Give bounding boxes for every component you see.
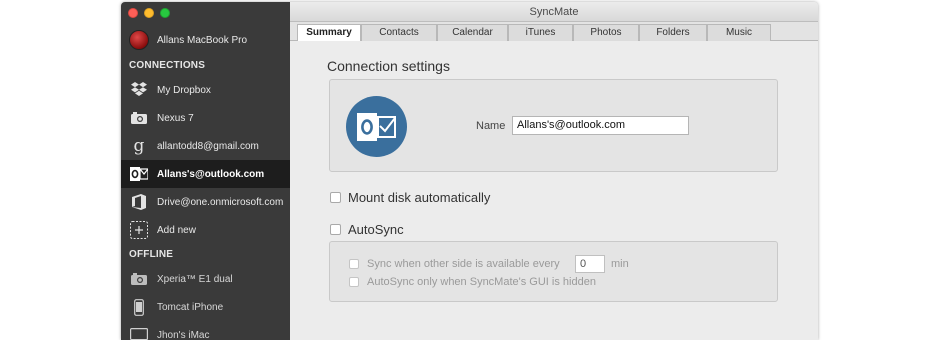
autosync-label: AutoSync: [348, 222, 404, 237]
iphone-icon: [129, 297, 149, 317]
sidebar-item-label: Allans's@outlook.com: [157, 168, 265, 180]
connections-header: CONNECTIONS: [129, 60, 206, 71]
sidebar-item-tomcat-iphone[interactable]: Tomcat iPhone: [121, 293, 290, 321]
sidebar-item-jhon-imac[interactable]: Jhon's iMac: [121, 321, 290, 340]
autosync-hidden-row: AutoSync only when SyncMate's GUI is hid…: [349, 276, 596, 288]
sidebar-item-label: My Dropbox: [157, 84, 211, 96]
mount-disk-label: Mount disk automatically: [348, 190, 491, 205]
tab-itunes[interactable]: iTunes: [508, 24, 573, 41]
sidebar-item-xperia[interactable]: Xperia™ E1 dual: [121, 265, 290, 293]
sync-interval-input[interactable]: 0: [575, 255, 605, 273]
window-title: SyncMate: [290, 2, 818, 22]
add-new-button[interactable]: Add new: [121, 216, 290, 244]
sidebar-item-nexus[interactable]: Nexus 7: [121, 104, 290, 132]
sidebar-item-label: Xperia™ E1 dual: [157, 273, 233, 285]
google-icon: g: [133, 136, 145, 156]
sidebar-item-label: Allans MacBook Pro: [157, 34, 248, 46]
tab-folders[interactable]: Folders: [639, 24, 707, 41]
camera-icon: [129, 269, 149, 289]
tab-summary[interactable]: Summary: [297, 24, 361, 42]
window-controls: [128, 8, 170, 18]
tab-contacts[interactable]: Contacts: [361, 24, 437, 41]
offline-header: OFFLINE: [129, 249, 174, 260]
imac-icon: [129, 325, 149, 340]
sidebar-item-label: Jhon's iMac: [157, 329, 210, 340]
name-input[interactable]: Allans's@outlook.com: [512, 116, 689, 135]
sidebar-item-gmail[interactable]: g allantodd8@gmail.com: [121, 132, 290, 160]
name-label: Name: [476, 120, 506, 132]
sidebar-item-label: Add new: [157, 224, 196, 236]
close-window-button[interactable]: [128, 8, 138, 18]
syncmate-window: Allans MacBook Pro CONNECTIONS My Dropbo…: [121, 2, 818, 340]
camera-icon: [129, 108, 149, 128]
sync-interval-row: Sync when other side is available every: [349, 258, 560, 270]
autosync-hidden-label: AutoSync only when SyncMate's GUI is hid…: [367, 276, 596, 288]
mount-disk-row[interactable]: Mount disk automatically: [330, 190, 490, 205]
outlook-icon: [129, 164, 149, 184]
dropbox-icon: [129, 80, 149, 100]
tab-photos[interactable]: Photos: [573, 24, 639, 41]
summary-panel: Connection settings Name Allans's@outloo…: [290, 41, 818, 340]
autosync-hidden-checkbox[interactable]: [349, 277, 359, 287]
autosync-checkbox[interactable]: [330, 224, 341, 235]
sidebar-item-label: Drive@one.onmicrosoft.com: [157, 196, 284, 208]
connection-settings-title: Connection settings: [327, 58, 450, 74]
sidebar-item-label: allantodd8@gmail.com: [157, 140, 259, 152]
sidebar-item-label: Tomcat iPhone: [157, 301, 224, 313]
sync-interval-checkbox[interactable]: [349, 259, 359, 269]
tab-music[interactable]: Music: [707, 24, 771, 41]
outlook-logo-icon: [346, 96, 407, 157]
mac-avatar-icon: [129, 30, 149, 50]
zoom-window-button[interactable]: [160, 8, 170, 18]
mount-disk-checkbox[interactable]: [330, 192, 341, 203]
sidebar-item-office-drive[interactable]: Drive@one.onmicrosoft.com: [121, 188, 290, 216]
sidebar: Allans MacBook Pro CONNECTIONS My Dropbo…: [121, 2, 290, 340]
minimize-window-button[interactable]: [144, 8, 154, 18]
sidebar-item-outlook[interactable]: Allans's@outlook.com: [121, 160, 290, 188]
min-label: min: [611, 258, 629, 270]
connection-settings-box: Name Allans's@outlook.com: [329, 79, 778, 172]
office-icon: [129, 192, 149, 212]
autosync-options-box: Sync when other side is available every …: [329, 241, 778, 302]
sidebar-item-mac[interactable]: Allans MacBook Pro: [121, 26, 290, 54]
autosync-row[interactable]: AutoSync: [330, 222, 404, 237]
add-icon: [129, 220, 149, 240]
sidebar-item-label: Nexus 7: [157, 112, 194, 124]
sync-interval-label: Sync when other side is available every: [367, 258, 560, 270]
sidebar-item-dropbox[interactable]: My Dropbox: [121, 76, 290, 104]
tab-calendar[interactable]: Calendar: [437, 24, 508, 41]
tab-bar: Summary Contacts Calendar iTunes Photos …: [290, 22, 818, 42]
